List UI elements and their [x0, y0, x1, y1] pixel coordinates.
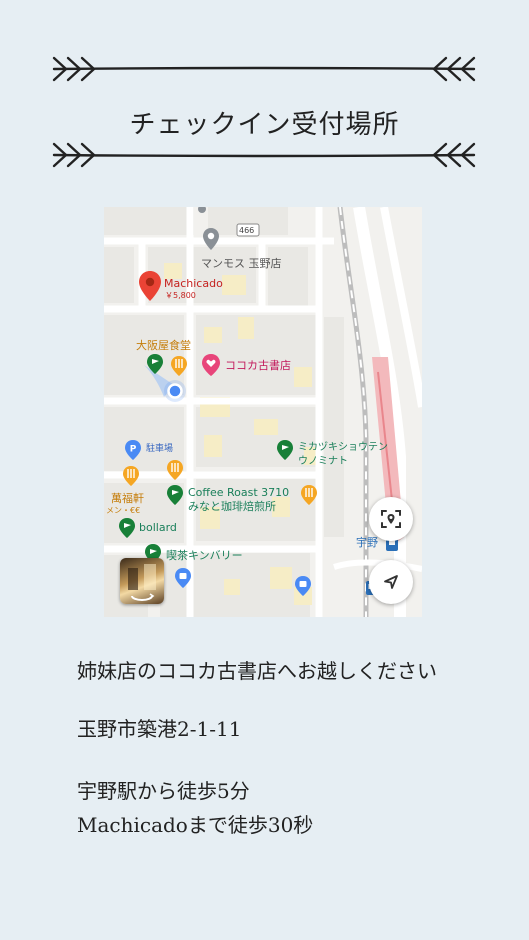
poi-label-kokoka[interactable]: ココカ古書店 [225, 360, 291, 371]
poi-label-coffee[interactable]: Coffee Roast 3710 [188, 487, 289, 498]
poi-label-mikazuki-sub: ウノミナト [298, 456, 348, 467]
restaurant-pin-icon[interactable] [300, 484, 318, 506]
poi-label-osakaya[interactable]: 大阪屋食堂 [136, 340, 191, 351]
shopping-bag-pin-icon[interactable] [166, 484, 184, 506]
poi-label-mammoth[interactable]: マンモス 玉野店 [201, 258, 282, 269]
info-address: 玉野市築港2-1-11 [77, 717, 242, 741]
recenter-button[interactable] [369, 497, 413, 541]
map-view[interactable]: 466 マンモス 玉野店 Machicado ￥5,800 大阪屋食堂 ココカ古… [104, 207, 422, 617]
street-view-thumbnail[interactable] [120, 558, 164, 604]
bottom-divider [52, 142, 476, 168]
poi-label-bollard[interactable]: bollard [139, 522, 177, 533]
directions-button[interactable] [369, 560, 413, 604]
poi-label-parking[interactable]: 駐車場 [146, 445, 173, 454]
poi-label-kissa[interactable]: 喫茶キンバリー [166, 550, 243, 561]
poi-label-mikazuki[interactable]: ミカヅキショウテン [298, 443, 388, 453]
poi-sub-mampukuken: メン・€€ [106, 506, 141, 515]
station-label[interactable]: 宇野 [356, 537, 378, 548]
info-walk-station: 宇野駅から徒歩5分 [77, 779, 250, 803]
poi-label-coffee-sub: みなと珈琲焙煎所 [188, 500, 276, 513]
scan-location-icon [381, 510, 401, 528]
bag-pin-icon[interactable] [294, 575, 312, 597]
location-pin-icon[interactable] [138, 270, 162, 302]
heart-pin-icon[interactable] [201, 353, 221, 377]
top-divider [52, 56, 476, 82]
restaurant-pin-icon[interactable] [170, 355, 188, 377]
page-title: チェックイン受付場所 [129, 110, 400, 140]
photo-thumbnail-icon [128, 564, 156, 601]
poi-label-machicado[interactable]: Machicado [164, 278, 223, 289]
navigation-arrow-icon [384, 575, 398, 589]
svg-text:P: P [130, 445, 137, 455]
info-sister-store: 姉妹店のココカ古書店へお越しください [77, 659, 437, 683]
restaurant-pin-icon[interactable] [166, 459, 184, 481]
restaurant-pin-icon[interactable] [122, 465, 140, 487]
poi-price-machicado: ￥5,800 [165, 291, 196, 300]
shop-pin-icon[interactable] [202, 227, 220, 251]
shopping-bag-pin-icon[interactable] [118, 517, 136, 539]
shopping-bag-pin-icon[interactable] [276, 439, 294, 461]
bag-pin-icon[interactable] [174, 567, 192, 589]
shopping-bag-pin-icon[interactable] [146, 353, 164, 375]
parking-pin-icon[interactable]: P [124, 439, 142, 461]
route-number: 466 [239, 226, 255, 235]
poi-label-mampukuken[interactable]: 萬福軒 [111, 493, 144, 504]
info-walk-machicado: Machicadoまで徒歩30秒 [77, 813, 314, 837]
